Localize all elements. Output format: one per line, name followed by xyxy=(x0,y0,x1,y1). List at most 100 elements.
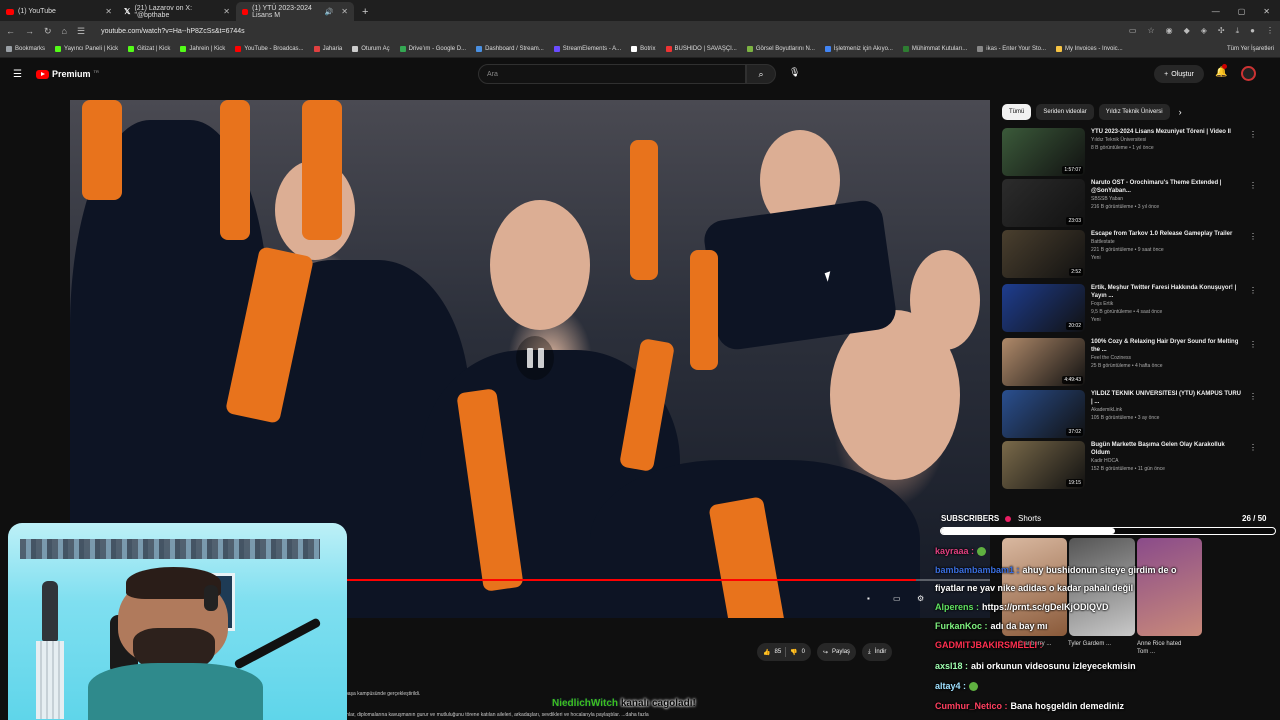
bookmark-item[interactable]: Jahrein | Kick xyxy=(180,46,225,52)
settings-gear-icon[interactable]: ⚙ xyxy=(917,594,924,603)
profile-icon[interactable]: ● xyxy=(1250,26,1255,36)
back-icon[interactable]: ← xyxy=(6,26,15,36)
bookmark-item[interactable]: My Invoices - Invoic... xyxy=(1055,46,1123,52)
recommended-video[interactable]: 20:02 Ertik, Meşhur Twitter Faresi Hakkın… xyxy=(1002,284,1257,332)
more-options-icon[interactable]: ⋮ xyxy=(1249,340,1257,349)
video-thumbnail[interactable]: 4:49:43 xyxy=(1002,338,1085,386)
bookmark-item[interactable]: Görsel Boyutlarını N... xyxy=(746,46,815,52)
close-window-icon[interactable]: ✕ xyxy=(1263,7,1270,16)
bookmark-item[interactable]: YouTube - Broadcas... xyxy=(235,46,304,52)
video-title[interactable]: Naruto OST - Orochimaru's Theme Extended… xyxy=(1091,179,1241,195)
more-options-icon[interactable]: ⋮ xyxy=(1249,130,1257,139)
subtitles-icon[interactable]: ▭ xyxy=(893,594,901,603)
chip-series[interactable]: Seriden videolar xyxy=(1036,104,1094,120)
video-title[interactable]: 100% Cozy & Relaxing Hair Dryer Sound fo… xyxy=(1091,338,1241,354)
video-thumbnail[interactable]: 2:52 xyxy=(1002,230,1085,278)
video-thumbnail[interactable]: 23:03 xyxy=(1002,179,1085,227)
recommended-video[interactable]: 2:52 Escape from Tarkov 1.0 Release Gamep… xyxy=(1002,230,1257,278)
more-options-icon[interactable]: ⋮ xyxy=(1249,232,1257,241)
bookmark-item[interactable]: BUSHIDO | SAVAŞÇI... xyxy=(665,46,737,52)
more-options-icon[interactable]: ⋮ xyxy=(1249,286,1257,295)
short-thumbnail[interactable] xyxy=(1136,538,1202,636)
video-thumbnail[interactable]: 1:57:07 xyxy=(1002,128,1085,176)
chip-channel[interactable]: Yıldız Teknik Üniversi xyxy=(1098,104,1170,120)
site-info-icon[interactable]: ☰ xyxy=(77,26,85,37)
chip-all[interactable]: Tümü xyxy=(1002,104,1032,120)
recommended-video[interactable]: 1:57:07 YTÜ 2023-2024 Lisans Mezuniyet Tö… xyxy=(1002,128,1257,176)
video-title[interactable]: YILDIZ TEKNİK ÜNİVERSİTESİ (YTÜ) KAMPÜS … xyxy=(1091,390,1241,406)
recommended-video[interactable]: 37:02 YILDIZ TEKNİK ÜNİVERSİTESİ (YTÜ) KA… xyxy=(1002,390,1257,438)
reload-icon[interactable]: ↻ xyxy=(44,26,52,37)
video-title[interactable]: Ertik, Meşhur Twitter Faresi Hakkında Ko… xyxy=(1091,284,1241,300)
more-options-icon[interactable]: ⋮ xyxy=(1249,392,1257,401)
video-title[interactable]: YTÜ 2023-2024 Lisans Mezuniyet Töreni | … xyxy=(1091,128,1241,136)
account-avatar[interactable] xyxy=(1241,66,1256,81)
channel-name[interactable]: SBSSB Yaban xyxy=(1091,196,1241,203)
bookmark-item[interactable]: Drive'ım - Google D... xyxy=(399,46,466,52)
close-icon[interactable]: ✕ xyxy=(341,7,348,16)
forward-icon[interactable]: → xyxy=(25,26,34,36)
extension-icon[interactable]: ◉ xyxy=(1166,26,1173,36)
search-input[interactable]: Ara xyxy=(478,64,746,84)
youtube-logo[interactable]: Premium TR xyxy=(36,69,99,79)
bookmark-item[interactable]: Yayıncı Paneli | Kick xyxy=(55,46,118,52)
short-title[interactable]: Tyler Gardem ... xyxy=(1068,640,1118,648)
bookmark-item[interactable]: Mühimmat Kutuları... xyxy=(902,46,967,52)
channel-name[interactable]: AkademikLink xyxy=(1091,407,1241,414)
bookmark-item[interactable]: Bookmarks xyxy=(6,46,45,52)
share-button[interactable]: ↪ Paylaş xyxy=(817,643,857,661)
thumbs-up-icon[interactable]: 👍 xyxy=(763,649,770,656)
bookmark-item[interactable]: Jaharia xyxy=(313,46,342,52)
thumbs-down-icon[interactable]: 👎 xyxy=(790,649,797,656)
bookmark-item[interactable]: StreamElements - A... xyxy=(553,46,621,52)
bookmark-item[interactable]: İşletmeniz için Akıyo... xyxy=(824,46,893,52)
microphone-icon[interactable]: 🎙 xyxy=(789,67,800,78)
url-field[interactable]: youtube.com/watch?v=Ha--hP8ZcSs&t=6744s xyxy=(101,28,245,35)
channel-name[interactable]: Kadir HOCA xyxy=(1091,458,1241,465)
channel-name[interactable]: Foşs Ertik xyxy=(1091,301,1241,308)
extension-icon[interactable]: ◈ xyxy=(1201,26,1207,36)
browser-tab-active[interactable]: (1) YTÜ 2023-2024 Lisans M 🔊 ✕ xyxy=(236,2,354,21)
bookmark-item[interactable]: Dashboard / Stream... xyxy=(476,46,544,52)
download-button[interactable]: ⤓ İndir xyxy=(862,643,893,661)
more-options-icon[interactable]: ⋮ xyxy=(1249,443,1257,452)
new-tab-icon[interactable]: + xyxy=(354,2,376,21)
bookmark-item[interactable]: ikas - Enter Your Sto... xyxy=(977,46,1046,52)
channel-name[interactable]: Battlestate xyxy=(1091,239,1241,246)
download-icon[interactable]: ⤓ xyxy=(1236,26,1240,36)
cast-icon[interactable]: ▭ xyxy=(1129,26,1137,36)
video-thumbnail[interactable]: 20:02 xyxy=(1002,284,1085,332)
short-title[interactable]: Anne Rice hated Tom ... xyxy=(1137,640,1187,656)
bookmark-item[interactable]: Gitizat | Kick xyxy=(128,46,170,52)
autoplay-icon[interactable]: ▪ xyxy=(867,594,870,603)
close-icon[interactable]: ✕ xyxy=(223,7,230,16)
menu-icon[interactable]: ☰ xyxy=(13,69,22,80)
maximize-icon[interactable]: ▢ xyxy=(1238,7,1246,16)
recommended-video[interactable]: 23:03 Naruto OST - Orochimaru's Theme Ext… xyxy=(1002,179,1257,227)
video-thumbnail[interactable]: 19:15 xyxy=(1002,441,1085,489)
channel-name[interactable]: Feel the Coziness xyxy=(1091,355,1241,362)
browser-tab[interactable]: 𝕏 (21) Lazarov on X: "@bpthabe ✕ xyxy=(118,2,236,21)
video-title[interactable]: Escape from Tarkov 1.0 Release Gameplay … xyxy=(1091,230,1241,238)
bookmark-item[interactable]: Botrix xyxy=(631,46,656,52)
puzzle-icon[interactable]: ✣ xyxy=(1218,26,1225,36)
search-button[interactable]: ⌕ xyxy=(746,64,776,84)
create-button[interactable]: + Oluştur xyxy=(1154,65,1204,83)
menu-dots-icon[interactable]: ⋮ xyxy=(1266,26,1274,36)
video-thumbnail[interactable]: 37:02 xyxy=(1002,390,1085,438)
home-icon[interactable]: ⌂ xyxy=(62,26,67,36)
more-options-icon[interactable]: ⋮ xyxy=(1249,181,1257,190)
bookmark-item[interactable]: Oturum Aç xyxy=(352,46,390,52)
recommended-video[interactable]: 4:49:43 100% Cozy & Relaxing Hair Dryer S… xyxy=(1002,338,1257,386)
close-icon[interactable]: ✕ xyxy=(105,7,112,16)
channel-name[interactable]: Yıldız Teknik Üniversitesi xyxy=(1091,137,1241,144)
minimize-icon[interactable]: — xyxy=(1212,7,1220,16)
browser-tab[interactable]: (1) YouTube ✕ xyxy=(0,2,118,21)
bookmark-star-icon[interactable]: ☆ xyxy=(1147,26,1154,36)
pause-button[interactable] xyxy=(516,336,554,380)
extension-icon[interactable]: ◆ xyxy=(1184,26,1190,36)
audio-icon[interactable]: 🔊 xyxy=(325,8,334,16)
chevron-right-icon[interactable]: › xyxy=(1179,107,1182,117)
all-bookmarks-folder[interactable]: Tüm Yer İşaretleri xyxy=(1227,46,1274,52)
video-title[interactable]: Bugün Markette Başıma Gelen Olay Karakol… xyxy=(1091,441,1241,457)
